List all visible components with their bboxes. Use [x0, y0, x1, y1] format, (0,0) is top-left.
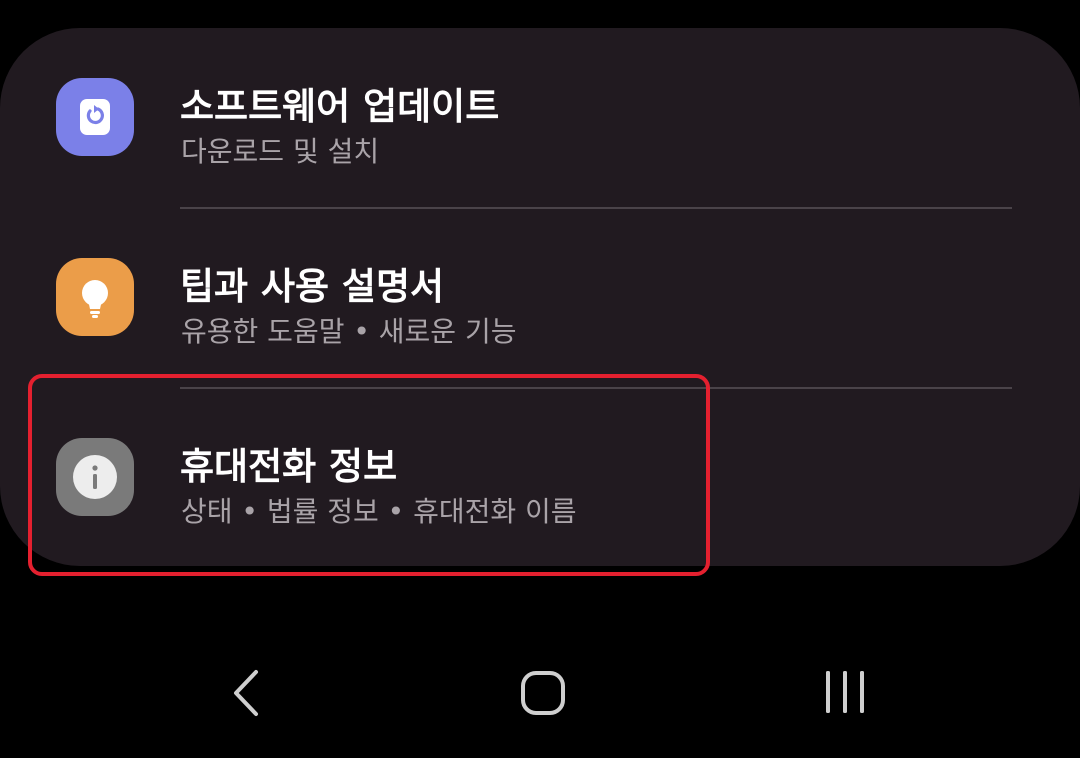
highlight-box: [28, 374, 710, 576]
software-update-icon: [56, 78, 134, 156]
software-update-subtitle: 다운로드 및 설치: [181, 135, 380, 168]
lightbulb-icon: [56, 258, 134, 336]
back-icon[interactable]: [206, 660, 276, 726]
recents-icon[interactable]: [810, 660, 880, 726]
home-icon[interactable]: [508, 660, 578, 726]
divider: [180, 207, 1012, 209]
tips-title: 팁과 사용 설명서: [180, 265, 445, 308]
software-update-title: 소프트웨어 업데이트: [180, 85, 500, 128]
tips-subtitle: 유용한 도움말 • 새로운 기능: [181, 315, 517, 348]
